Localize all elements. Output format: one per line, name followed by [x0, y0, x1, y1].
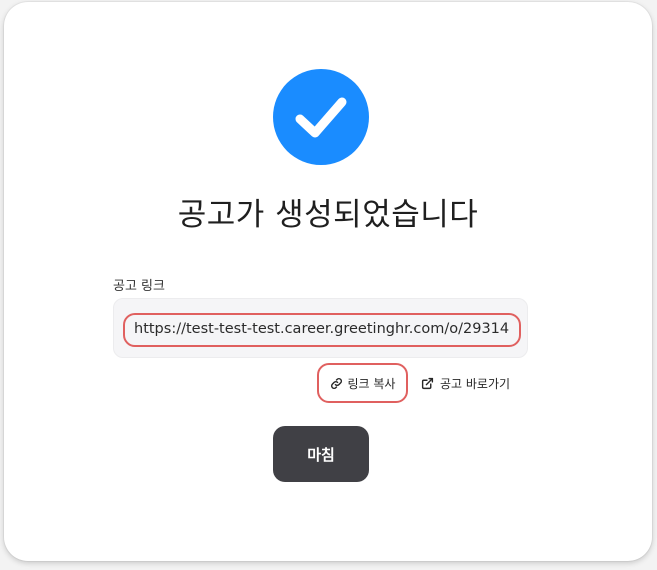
link-icon	[330, 377, 343, 390]
check-circle-icon	[273, 69, 369, 165]
dialog-title: 공고가 생성되었습니다	[177, 197, 479, 233]
link-url-highlight	[123, 313, 521, 347]
success-dialog: 공고가 생성되었습니다 공고 링크 https://test-test-test…	[4, 2, 652, 561]
done-button[interactable]: 마침	[273, 426, 369, 482]
external-link-icon	[421, 377, 434, 390]
go-to-posting-label: 공고 바로가기	[440, 376, 511, 391]
background: 공고가 생성되었습니다 공고 링크 https://test-test-test…	[0, 0, 657, 570]
copy-link-button[interactable]: 링크 복사	[317, 363, 408, 403]
copy-link-label: 링크 복사	[347, 376, 396, 391]
link-field-label: 공고 링크	[113, 279, 165, 294]
go-to-posting-link[interactable]: 공고 바로가기	[421, 373, 510, 393]
